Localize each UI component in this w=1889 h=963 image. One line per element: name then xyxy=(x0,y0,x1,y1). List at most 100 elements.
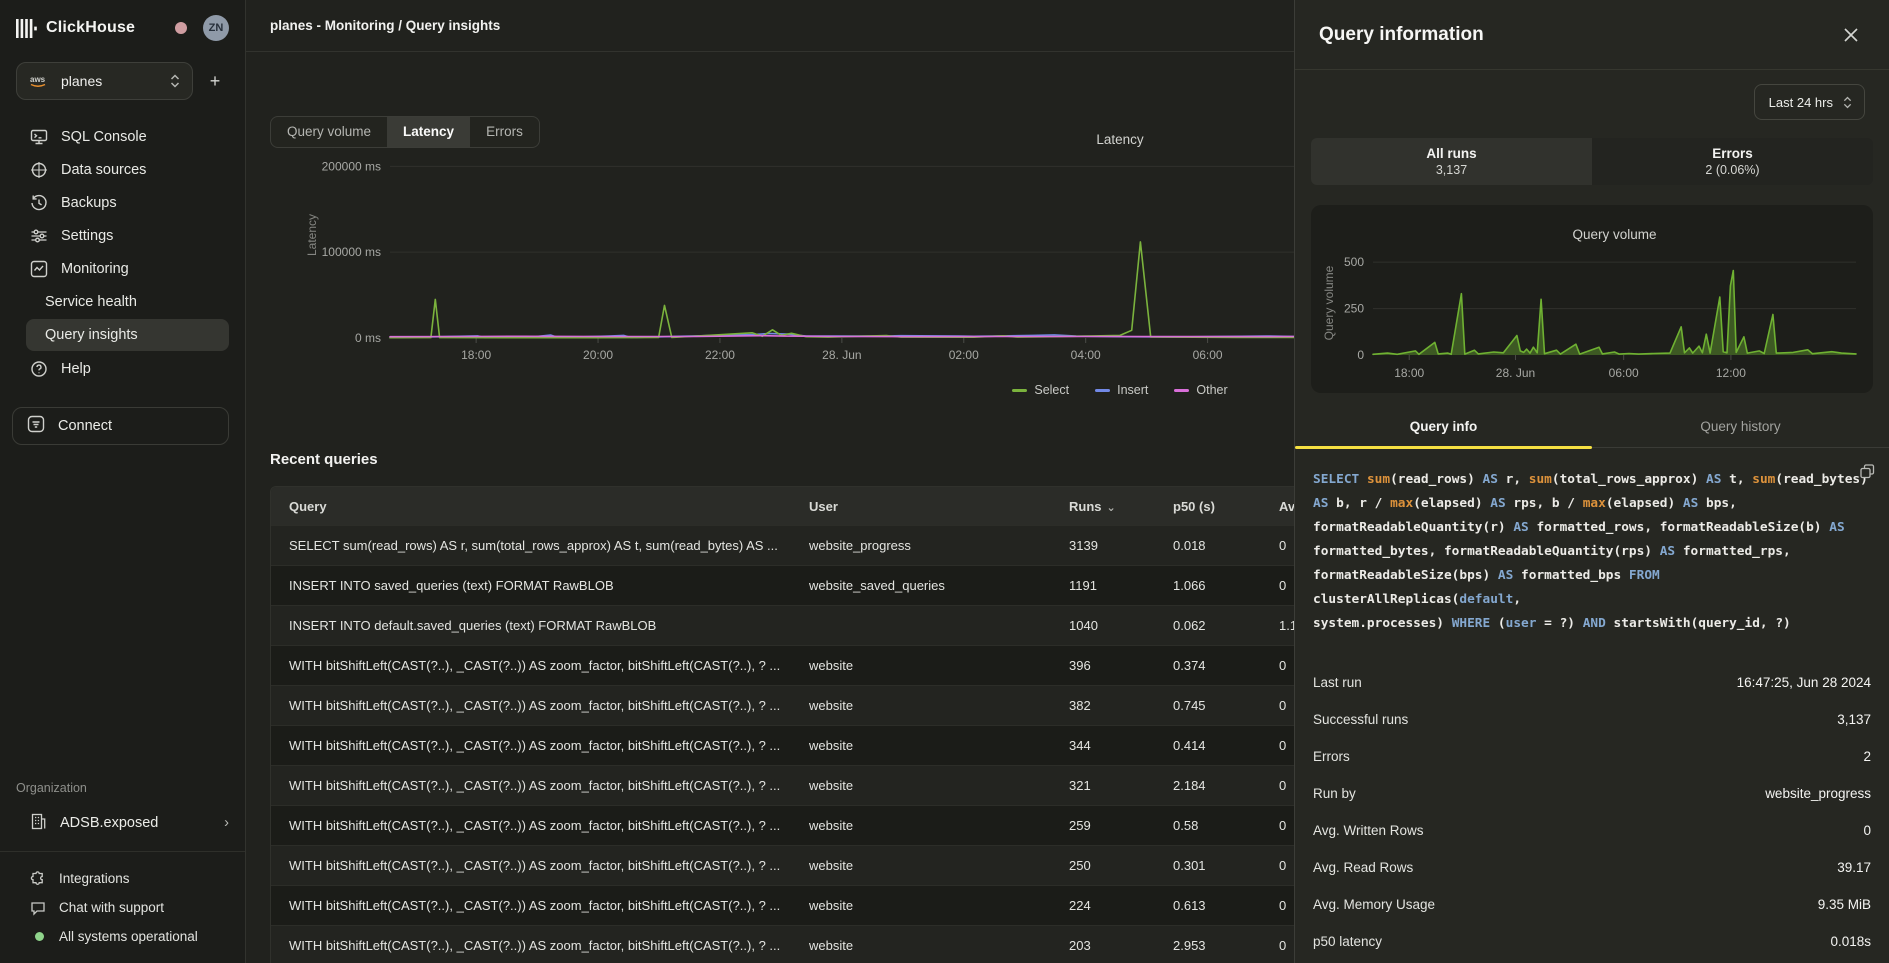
tab-query-info[interactable]: Query info xyxy=(1295,419,1592,447)
svg-text:500: 500 xyxy=(1344,255,1364,269)
table-row[interactable]: WITH bitShiftLeft(CAST(?..), _CAST(?..))… xyxy=(271,925,1409,963)
sql-token: formatReadableSize(bps) xyxy=(1313,568,1498,583)
sql-token: AS xyxy=(1660,544,1683,559)
aws-icon: aws xyxy=(29,74,51,88)
svg-text:06:00: 06:00 xyxy=(1193,348,1223,362)
cell-query: SELECT sum(read_rows) AS r, sum(total_ro… xyxy=(271,538,791,553)
tab-query-history[interactable]: Query history xyxy=(1592,419,1889,447)
copy-icon[interactable] xyxy=(1860,464,1875,488)
cell-runs: 250 xyxy=(1051,858,1155,873)
cell-query: WITH bitShiftLeft(CAST(?..), _CAST(?..))… xyxy=(271,658,791,673)
cell-user: website xyxy=(791,698,1051,713)
cell-p50: 0.414 xyxy=(1155,738,1261,753)
brand-name: ClickHouse xyxy=(46,19,135,37)
cell-runs: 259 xyxy=(1051,818,1155,833)
table-row[interactable]: INSERT INTO default.saved_queries (text)… xyxy=(271,605,1409,645)
add-service-button[interactable]: + xyxy=(201,67,229,95)
sidebar-item-settings[interactable]: Settings xyxy=(0,219,245,252)
sql-token: system.processes) xyxy=(1313,616,1452,631)
table-row[interactable]: WITH bitShiftLeft(CAST(?..), _CAST(?..))… xyxy=(271,885,1409,925)
table-row[interactable]: SELECT sum(read_rows) AS r, sum(total_ro… xyxy=(271,525,1409,565)
backups-icon xyxy=(30,194,48,212)
table-row[interactable]: WITH bitShiftLeft(CAST(?..), _CAST(?..))… xyxy=(271,645,1409,685)
stat-value: 3,137 xyxy=(1837,712,1871,727)
legend-label: Select xyxy=(1034,383,1069,397)
time-range-select[interactable]: Last 24 hrs xyxy=(1754,84,1865,120)
table-row[interactable]: INSERT INTO saved_queries (text) FORMAT … xyxy=(271,565,1409,605)
cell-user: website xyxy=(791,938,1051,953)
sidebar-item-backups[interactable]: Backups xyxy=(0,186,245,219)
sidebar-item-help[interactable]: Help xyxy=(0,352,245,385)
connect-button[interactable]: Connect xyxy=(12,407,229,445)
sql-token: (elapsed) xyxy=(1606,496,1683,511)
table-row[interactable]: WITH bitShiftLeft(CAST(?..), _CAST(?..))… xyxy=(271,845,1409,885)
table-row[interactable]: WITH bitShiftLeft(CAST(?..), _CAST(?..))… xyxy=(271,765,1409,805)
sidebar-item-sql-console[interactable]: SQL Console xyxy=(0,120,245,153)
footer-item-label: Integrations xyxy=(59,871,130,886)
svg-text:18:00: 18:00 xyxy=(1394,366,1424,380)
footer-item-integrations[interactable]: Integrations xyxy=(0,864,245,893)
sidebar-item-data-sources[interactable]: Data sources xyxy=(0,153,245,186)
stat-value: website_progress xyxy=(1765,786,1871,801)
sidebar-bottom: Organization ADSB.exposed › Integrations… xyxy=(0,781,245,963)
sidebar-subitem-service-health[interactable]: Service health xyxy=(26,286,229,318)
svg-text:100000 ms: 100000 ms xyxy=(322,245,381,259)
sql-token: AS xyxy=(1313,496,1336,511)
column-header-p50-s[interactable]: p50 (s) xyxy=(1155,499,1261,514)
legend-item-select[interactable]: Select xyxy=(1012,383,1069,397)
recent-queries-table: QueryUserRuns⌄p50 (s)Avg.SELECT sum(read… xyxy=(270,486,1410,963)
stat-value: 0.018s xyxy=(1830,934,1871,949)
segment-label: All runs xyxy=(1426,146,1476,161)
column-header-user[interactable]: User xyxy=(791,499,1051,514)
cell-runs: 1191 xyxy=(1051,578,1155,593)
footer-item-all-systems-operational[interactable]: All systems operational xyxy=(0,922,245,951)
sidebar-item-label: Help xyxy=(61,361,91,377)
sql-token: WHERE xyxy=(1452,616,1498,631)
cell-query: WITH bitShiftLeft(CAST(?..), _CAST(?..))… xyxy=(271,778,791,793)
workspace-selector[interactable]: aws planes xyxy=(16,62,193,100)
column-header-runs[interactable]: Runs⌄ xyxy=(1051,499,1155,514)
svg-text:0: 0 xyxy=(1357,348,1364,362)
close-icon[interactable] xyxy=(1837,21,1865,49)
legend-item-other[interactable]: Other xyxy=(1174,383,1227,397)
cell-user: website_progress xyxy=(791,538,1051,553)
cell-query: WITH bitShiftLeft(CAST(?..), _CAST(?..))… xyxy=(271,738,791,753)
segment-errors[interactable]: Errors2 (0.06%) xyxy=(1592,138,1873,185)
sidebar-subitem-query-insights[interactable]: Query insights xyxy=(26,319,229,351)
data-sources-icon xyxy=(30,161,48,179)
sql-token: AS xyxy=(1683,496,1706,511)
cell-p50: 1.066 xyxy=(1155,578,1261,593)
sidebar-item-label: Monitoring xyxy=(61,261,129,277)
legend-item-insert[interactable]: Insert xyxy=(1095,383,1148,397)
table-row[interactable]: WITH bitShiftLeft(CAST(?..), _CAST(?..))… xyxy=(271,805,1409,845)
sidebar-item-monitoring[interactable]: Monitoring xyxy=(0,252,245,285)
column-header-label: Runs xyxy=(1069,499,1102,514)
cell-runs: 203 xyxy=(1051,938,1155,953)
notification-dot[interactable] xyxy=(175,22,187,34)
stat-row-p50-latency: p50 latency 0.018s xyxy=(1313,923,1871,960)
clickhouse-logo-icon[interactable] xyxy=(16,19,37,38)
segment-all-runs[interactable]: All runs3,137 xyxy=(1311,138,1592,185)
footer-item-chat-with-support[interactable]: Chat with support xyxy=(0,893,245,922)
runs-errors-segmented-control: All runs3,137Errors2 (0.06%) xyxy=(1311,138,1873,185)
legend-dash xyxy=(1095,389,1110,392)
table-row[interactable]: WITH bitShiftLeft(CAST(?..), _CAST(?..))… xyxy=(271,725,1409,765)
stat-value: 16:47:25, Jun 28 2024 xyxy=(1737,675,1871,690)
panel-header: Query information xyxy=(1295,0,1889,70)
legend-dash xyxy=(1012,389,1027,392)
column-header-query[interactable]: Query xyxy=(271,499,791,514)
stat-label: Errors xyxy=(1313,749,1350,764)
stat-row-avg-written-rows: Avg. Written Rows0 xyxy=(1313,812,1871,849)
chevron-right-icon: › xyxy=(224,815,229,831)
user-avatar[interactable]: ZN xyxy=(203,15,229,41)
sql-token: SELECT xyxy=(1313,472,1367,487)
status-dot xyxy=(30,929,46,945)
time-range-value: Last 24 hrs xyxy=(1769,95,1833,110)
table-row[interactable]: WITH bitShiftLeft(CAST(?..), _CAST(?..))… xyxy=(271,685,1409,725)
stat-label: p50 latency xyxy=(1313,934,1382,949)
cell-p50: 0.58 xyxy=(1155,818,1261,833)
sql-lines[interactable]: SELECT sum(read_rows) AS r, sum(total_ro… xyxy=(1313,468,1869,636)
info-tab-group: Query infoQuery history xyxy=(1295,419,1889,448)
status-dot xyxy=(35,932,44,941)
organization-switcher[interactable]: ADSB.exposed › xyxy=(0,805,245,841)
